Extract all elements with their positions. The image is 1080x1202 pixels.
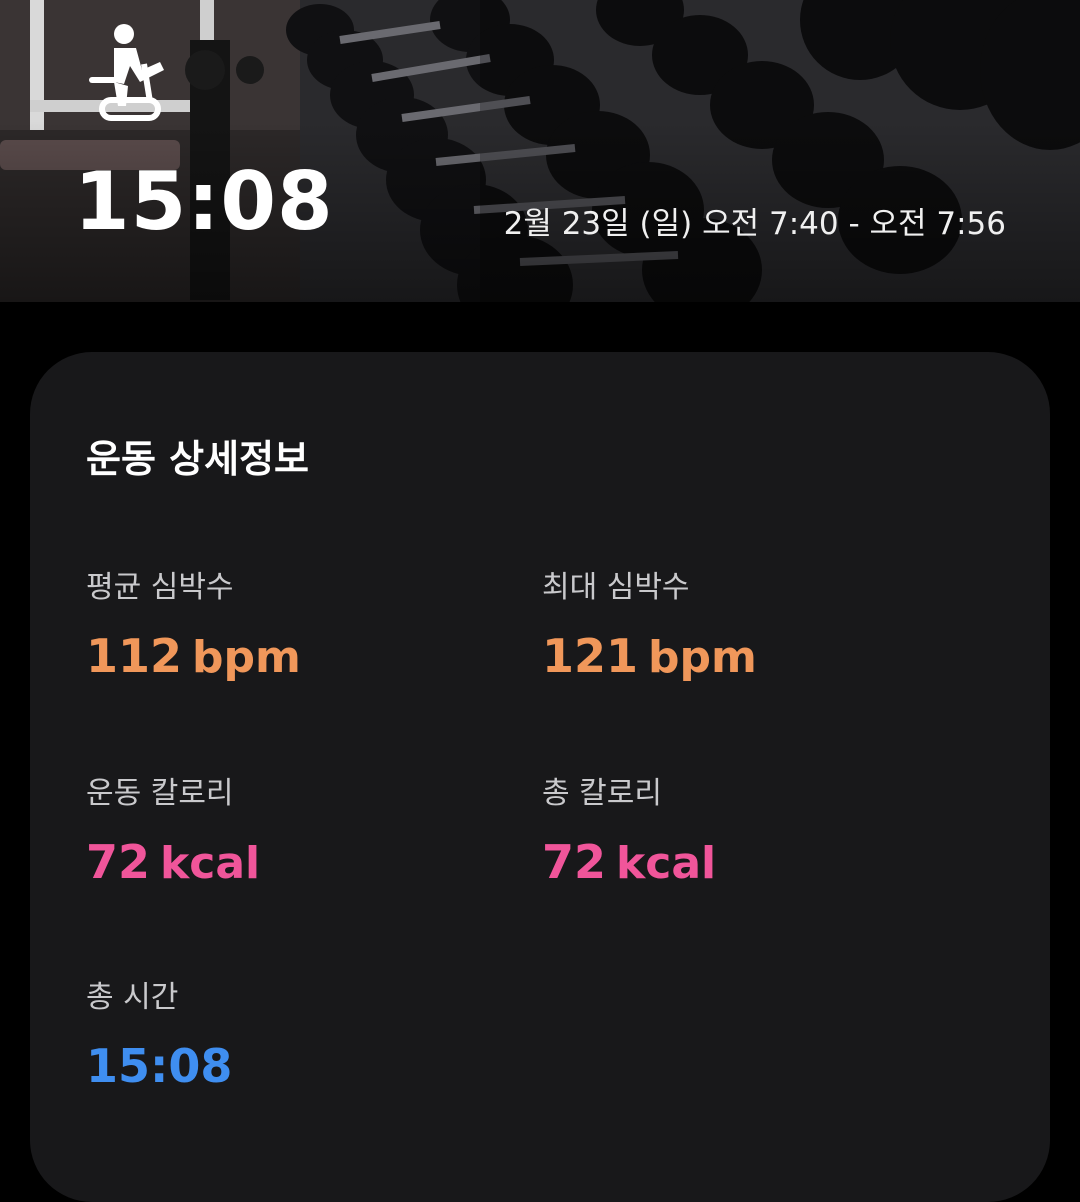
metric-total-time: 총 시간 15:08 (86, 978, 506, 1094)
metric-number: 121 (542, 629, 639, 683)
metric-exercise-calories: 운동 칼로리 72 kcal (86, 774, 506, 892)
metric-label: 총 칼로리 (542, 776, 662, 811)
metric-unit: bpm (648, 632, 757, 683)
workout-details-card: 운동 상세정보 평균 심박수 112 bpm 최대 심박수 121 bpm 운동 칼… (30, 352, 1050, 1202)
metric-max-heart-rate: 최대 심박수 121 bpm (542, 568, 962, 686)
metric-number: 112 (86, 629, 183, 683)
metric-number: 72 (542, 835, 607, 889)
metric-unit: bpm (192, 632, 301, 683)
metric-value: 121 bpm (542, 628, 962, 686)
metric-label: 운동 칼로리 (86, 776, 234, 811)
metric-value: 112 bpm (86, 628, 506, 686)
metric-value: 15:08 (86, 1038, 506, 1094)
workout-duration: 15:08 (74, 155, 334, 248)
metric-label: 평균 심박수 (86, 570, 234, 605)
metric-label: 총 시간 (86, 980, 179, 1015)
workout-date-range: 2월 23일 (일) 오전 7:40 - 오전 7:56 (503, 206, 1006, 242)
metric-average-heart-rate: 평균 심박수 112 bpm (86, 568, 506, 686)
metric-value: 72 kcal (86, 834, 506, 892)
metric-number: 15:08 (86, 1039, 233, 1093)
hero-banner: 15:08 2월 23일 (일) 오전 7:40 - 오전 7:56 (0, 0, 1080, 302)
metric-unit: kcal (616, 838, 717, 889)
indoor-cycle-icon (89, 24, 164, 121)
card-title: 운동 상세정보 (86, 437, 309, 481)
metric-value: 72 kcal (542, 834, 962, 892)
metric-number: 72 (86, 835, 151, 889)
metric-label: 최대 심박수 (542, 570, 690, 605)
metric-unit: kcal (160, 838, 261, 889)
metric-total-calories: 총 칼로리 72 kcal (542, 774, 962, 892)
